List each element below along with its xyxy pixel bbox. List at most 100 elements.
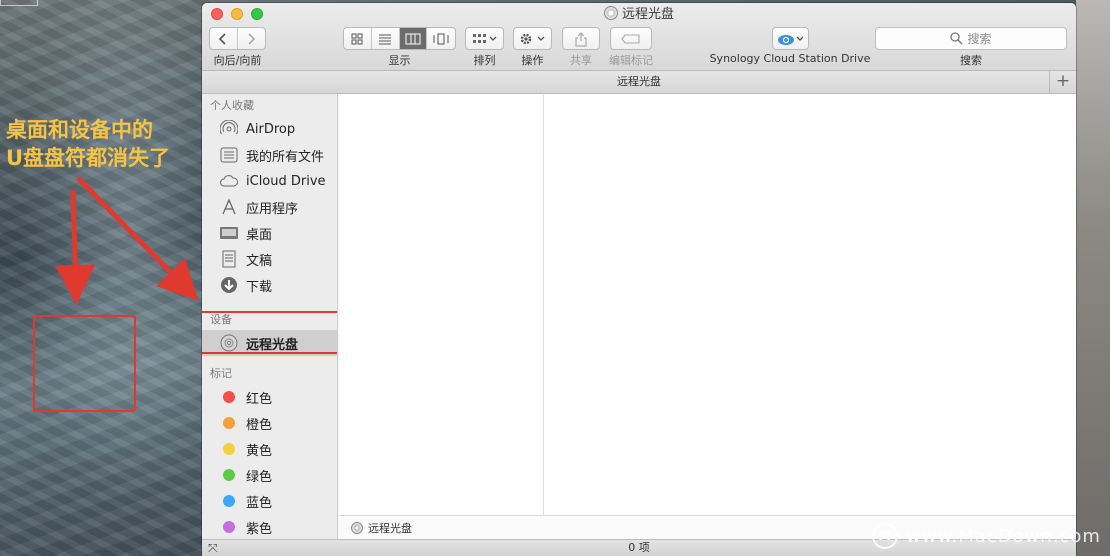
- sidebar-item-label: 橙色: [246, 417, 273, 433]
- finder-window: 远程光盘 向后/向前 显示 排列 操作 共享 编辑标记 Synology Clo…: [202, 3, 1076, 556]
- back-button[interactable]: [210, 28, 238, 49]
- nav-label: 向后/向前: [213, 54, 262, 67]
- blue-tag-dot: [223, 495, 235, 507]
- sidebar-tag-yellow[interactable]: 黄色: [202, 436, 337, 462]
- sidebar-item-label: AirDrop: [246, 121, 296, 137]
- tag-icon: [621, 33, 640, 44]
- sidebar-header-favorites: 个人收藏: [210, 99, 254, 112]
- window-title: 远程光盘: [202, 5, 1076, 25]
- search-input[interactable]: 搜索: [875, 27, 1067, 50]
- documents-icon: [219, 250, 239, 268]
- list-view-button[interactable]: [372, 28, 400, 49]
- sidebar-item-label: 蓝色: [246, 495, 273, 511]
- cloud-station-label: Synology Cloud Station Drive: [709, 52, 871, 65]
- search-label: 搜索: [960, 54, 982, 67]
- arrange-label: 排列: [473, 54, 496, 67]
- columns-icon: [405, 33, 421, 44]
- desktop-window-edge: [0, 0, 38, 6]
- purple-tag-dot: [223, 521, 235, 533]
- annotation-box-desktop: [33, 315, 136, 412]
- sidebar-tag-blue[interactable]: 蓝色: [202, 488, 337, 514]
- sidebar-toggle-icon[interactable]: ⤧: [208, 540, 218, 556]
- sidebar-item-label: iCloud Drive: [246, 173, 326, 189]
- action-button[interactable]: [513, 27, 552, 50]
- macdown-logo-icon: M: [872, 523, 898, 549]
- green-tag-dot: [223, 469, 235, 481]
- orange-tag-dot: [223, 417, 235, 429]
- tab-title[interactable]: 远程光盘: [617, 75, 661, 88]
- sidebar-tag-green[interactable]: 绿色: [202, 462, 337, 488]
- list-icon: [379, 34, 392, 44]
- arrange-icon: [472, 33, 496, 43]
- path-item[interactable]: 远程光盘: [368, 520, 412, 536]
- column-view[interactable]: [339, 94, 1076, 515]
- sidebar-item-downloads[interactable]: 下载: [202, 272, 337, 298]
- view-switcher: [343, 27, 456, 50]
- grid-icon: [351, 33, 363, 44]
- annotation-line-1: 桌面和设备中的: [6, 118, 153, 142]
- watermark-text: www.MacDown.com: [906, 525, 1101, 547]
- column-divider[interactable]: [543, 94, 544, 515]
- cover-flow-icon: [433, 33, 449, 44]
- icon-view-button[interactable]: [344, 28, 372, 49]
- arrange-button[interactable]: [465, 27, 504, 50]
- disc-icon: [603, 6, 618, 20]
- view-label: 显示: [388, 54, 411, 67]
- sidebar-item-all-files[interactable]: 我的所有文件: [202, 142, 337, 168]
- desktop-wallpaper-right: [1076, 0, 1110, 556]
- annotation-text: 桌面和设备中的 U盘盘符都消失了: [6, 116, 206, 172]
- cloud-station-button[interactable]: [772, 27, 809, 50]
- sidebar-item-label: 红色: [246, 391, 273, 407]
- action-label: 操作: [521, 54, 544, 67]
- new-tab-button[interactable]: +: [1049, 71, 1076, 93]
- sidebar-item-label: 桌面: [246, 227, 273, 243]
- nav-buttons: [209, 27, 266, 50]
- disc-icon: [351, 521, 363, 534]
- sidebar-tag-orange[interactable]: 橙色: [202, 410, 337, 436]
- sidebar-item-label: 文稿: [246, 253, 273, 269]
- yellow-tag-dot: [223, 443, 235, 455]
- sidebar-item-label: 应用程序: [246, 201, 299, 217]
- desktop-wallpaper: [0, 0, 210, 556]
- sidebar-item-airdrop[interactable]: AirDrop: [202, 116, 337, 142]
- share-label: 共享: [570, 54, 592, 67]
- annotation-line-2: U盘盘符都消失了: [6, 146, 171, 170]
- sidebar-item-label: 下载: [246, 279, 273, 295]
- search-placeholder: 搜索: [967, 32, 992, 46]
- annotation-box-devices: [202, 311, 337, 354]
- toolbar: 远程光盘 向后/向前 显示 排列 操作 共享 编辑标记 Synology Clo…: [202, 3, 1076, 71]
- sidebar-item-icloud[interactable]: iCloud Drive: [202, 168, 337, 194]
- gear-icon: [520, 33, 544, 44]
- sidebar-tag-purple[interactable]: 紫色: [202, 514, 337, 539]
- cover-flow-button[interactable]: [427, 28, 455, 49]
- airdrop-icon: [219, 120, 239, 138]
- search-icon: [950, 32, 963, 45]
- sidebar-item-label: 紫色: [246, 521, 273, 537]
- download-icon: [219, 276, 239, 294]
- sidebar-item-documents[interactable]: 文稿: [202, 246, 337, 272]
- sidebar-item-desktop[interactable]: 桌面: [202, 220, 337, 246]
- red-tag-dot: [223, 391, 235, 403]
- column-view-button[interactable]: [399, 28, 428, 49]
- desktop-icon: [219, 224, 239, 242]
- tab-bar: 远程光盘 +: [202, 71, 1076, 94]
- sidebar-item-label: 黄色: [246, 443, 273, 459]
- sidebar-tag-red[interactable]: 红色: [202, 384, 337, 410]
- forward-button[interactable]: [238, 28, 265, 49]
- sidebar-item-label: 我的所有文件: [246, 149, 325, 165]
- edit-tags-label: 编辑标记: [609, 54, 653, 67]
- all-files-icon: [219, 146, 239, 164]
- sidebar-item-label: 绿色: [246, 469, 273, 485]
- cloud-station-icon: [777, 34, 803, 45]
- watermark: M www.MacDown.com: [872, 522, 1101, 550]
- chevron-right-icon: [248, 32, 256, 45]
- share-button[interactable]: [562, 27, 600, 50]
- window-title-text: 远程光盘: [621, 7, 674, 22]
- edit-tags-button[interactable]: [610, 27, 652, 50]
- sidebar: 个人收藏 AirDrop 我的所有文件 iCloud Drive 应用程序 桌面…: [202, 94, 338, 539]
- cloud-icon: [219, 172, 239, 190]
- item-count: 0 项: [628, 541, 650, 554]
- plus-icon: +: [1055, 71, 1071, 91]
- sidebar-header-tags: 标记: [210, 367, 232, 380]
- sidebar-item-applications[interactable]: 应用程序: [202, 194, 337, 220]
